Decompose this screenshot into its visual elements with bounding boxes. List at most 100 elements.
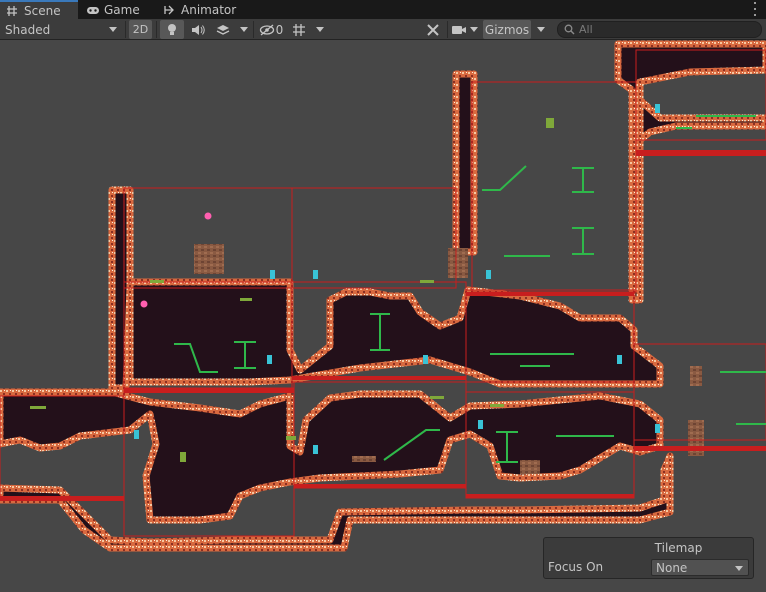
door-marker [270, 270, 275, 279]
layers-icon [216, 24, 230, 35]
scene-toolbar: Shaded 2D 0 Gizmos [0, 19, 766, 40]
moss-tuft [420, 280, 434, 283]
scene-search[interactable] [557, 21, 762, 38]
door-marker [267, 355, 272, 364]
transition-bar [634, 446, 766, 451]
gizmos-dropdown[interactable] [533, 20, 549, 39]
tools-toggle[interactable] [423, 20, 443, 39]
pickup-marker [140, 300, 148, 308]
transition-bar [294, 484, 466, 488]
grid-snap-toggle[interactable] [289, 20, 309, 39]
editor-tab-bar: Scene Game Animator [0, 0, 766, 19]
focus-on-label: Focus On [548, 560, 604, 574]
chevron-down-icon [537, 27, 545, 32]
lightbulb-icon [168, 23, 176, 35]
door-marker [486, 270, 491, 279]
transition-bar [466, 494, 634, 498]
door-marker [478, 420, 483, 429]
transition-bar [0, 496, 124, 501]
tab-game[interactable]: Game [80, 0, 154, 19]
grid-icon [6, 5, 20, 17]
tools-icon [427, 23, 439, 36]
tab-animator-label: Animator [181, 2, 237, 17]
platform-line [482, 165, 527, 191]
effects-toggle[interactable] [211, 20, 235, 39]
tab-scene[interactable]: Scene [0, 0, 78, 19]
focus-on-value: None [656, 560, 688, 575]
moss-tuft [546, 118, 554, 128]
tilemap-overlay-title: Tilemap [654, 541, 703, 555]
camera-settings-button[interactable] [451, 20, 467, 39]
toggle-2d-label: 2D [132, 23, 149, 36]
moss-tuft [240, 298, 252, 301]
speaker-icon [192, 24, 205, 35]
gamepad-icon [86, 4, 100, 16]
effects-dropdown[interactable] [237, 20, 251, 39]
transition-bar [466, 292, 634, 296]
door-marker [423, 355, 428, 364]
door-marker [313, 445, 318, 454]
tab-game-label: Game [104, 2, 140, 17]
door-marker [655, 424, 660, 433]
wall-block [690, 366, 702, 386]
room-outline [471, 81, 637, 293]
cave-chunk [126, 278, 664, 388]
platform-line [572, 167, 594, 193]
door-marker [313, 270, 318, 279]
toolbar-divider [156, 21, 157, 38]
wall-block [352, 456, 376, 462]
wall-block [520, 460, 540, 474]
moss-tuft [30, 406, 46, 409]
door-marker [617, 355, 622, 364]
tab-scene-label: Scene [24, 3, 61, 18]
scene-visibility-toggle[interactable]: 0 [257, 20, 285, 39]
chevron-down-icon [316, 27, 324, 32]
wall-block [194, 244, 224, 274]
toolbar-divider [447, 21, 448, 38]
draw-mode-dropdown[interactable]: Shaded [0, 20, 122, 39]
grid-snap-icon [293, 23, 305, 36]
cave-chunk [452, 70, 478, 256]
focus-on-dropdown[interactable]: None [651, 559, 749, 576]
moss-tuft [286, 436, 296, 440]
hidden-count: 0 [275, 22, 284, 37]
door-marker [134, 430, 139, 439]
moss-tuft [430, 396, 444, 399]
transition-bar [124, 388, 294, 393]
camera-dropdown[interactable] [468, 20, 480, 39]
door-marker [655, 104, 660, 113]
platform-line [572, 227, 594, 255]
scene-viewport[interactable]: Tilemap Focus On None [0, 40, 766, 592]
tilemap-overlay: Tilemap Focus On None [543, 537, 754, 579]
search-icon [564, 24, 575, 35]
toolbar-divider [253, 21, 254, 38]
chevron-down-icon [109, 27, 117, 32]
tilemap-level [0, 40, 766, 552]
gizmos-button[interactable]: Gizmos [483, 20, 531, 39]
camera-icon [452, 25, 466, 34]
gizmos-label: Gizmos [484, 22, 530, 37]
draw-mode-label: Shaded [5, 22, 51, 37]
transition-bar [292, 376, 466, 380]
lighting-toggle[interactable] [160, 20, 184, 39]
chevron-down-icon [240, 27, 248, 32]
animator-icon [163, 4, 177, 16]
cave-terrain [0, 40, 766, 552]
cave-chunk [614, 40, 766, 304]
moss-tuft [490, 404, 504, 407]
tab-animator[interactable]: Animator [157, 0, 247, 19]
toggle-2d-button[interactable]: 2D [129, 20, 152, 39]
search-input[interactable] [579, 23, 749, 36]
wall-block [448, 248, 468, 278]
tab-menu-icon[interactable] [752, 2, 758, 16]
moss-tuft [150, 280, 164, 283]
pickup-marker [204, 212, 212, 220]
platform-line [696, 115, 766, 425]
chevron-down-icon [735, 566, 743, 571]
grid-snap-dropdown[interactable] [313, 20, 327, 39]
transition-bar [636, 150, 766, 156]
moss-tuft [180, 452, 186, 462]
hidden-eye-icon [259, 24, 274, 35]
chevron-down-icon [470, 27, 478, 32]
audio-toggle[interactable] [186, 20, 210, 39]
